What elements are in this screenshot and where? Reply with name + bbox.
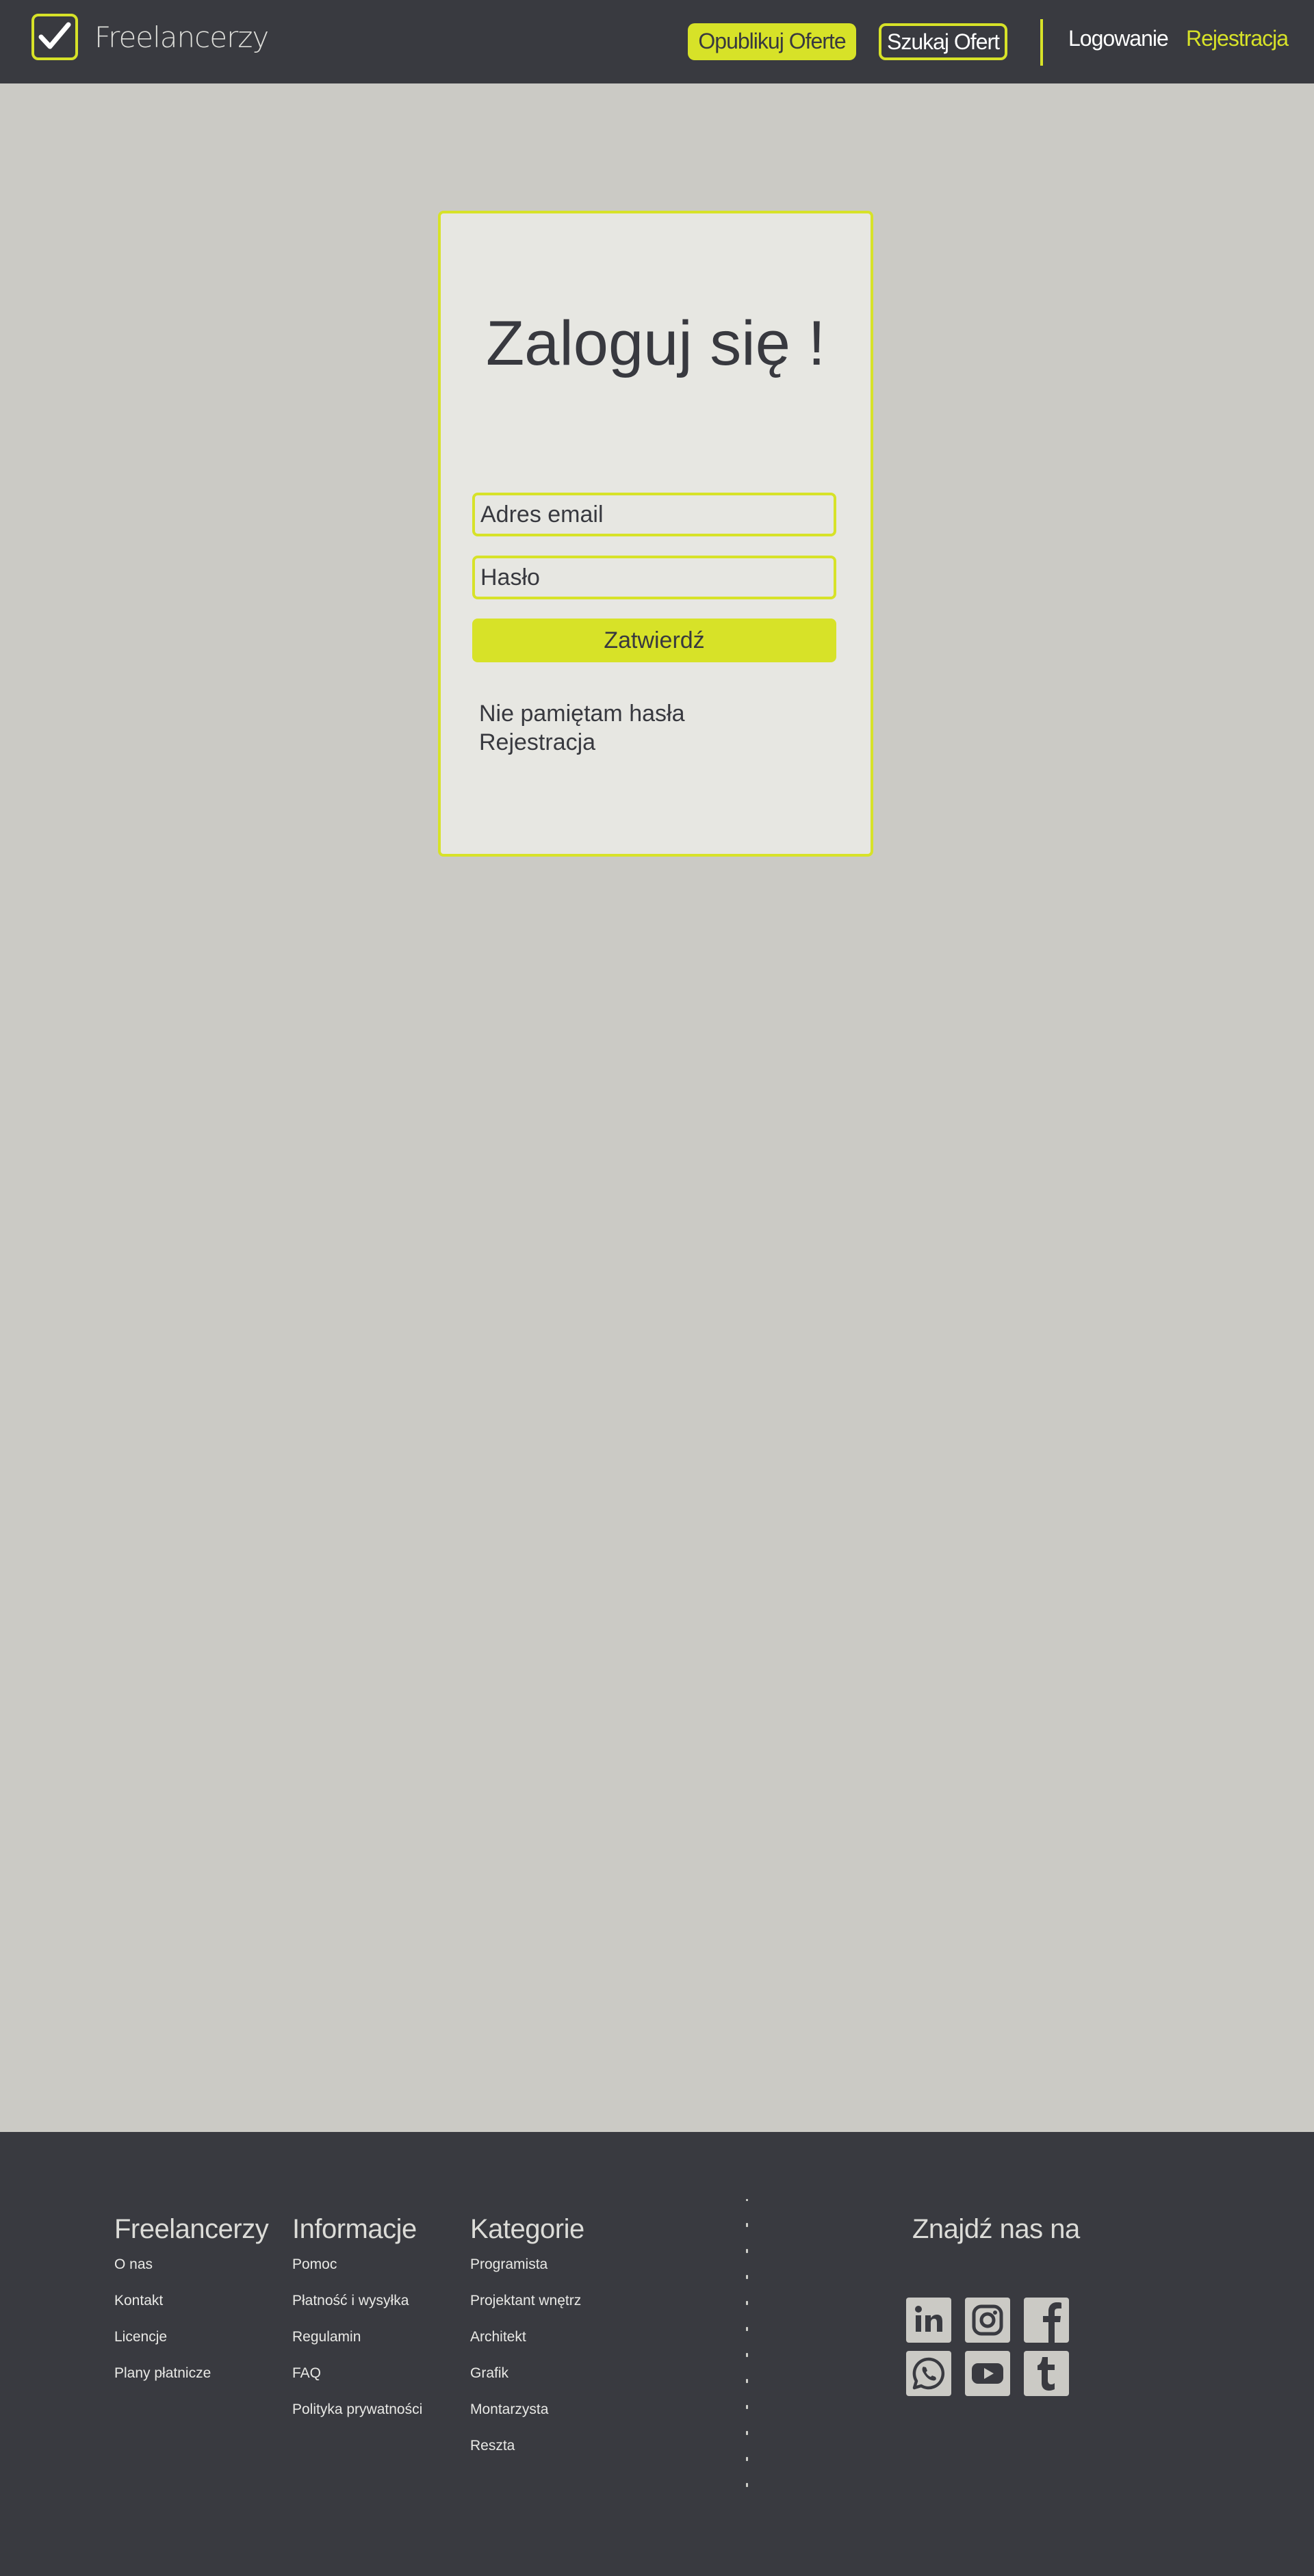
email-input[interactable]: [472, 493, 836, 536]
footer-link[interactable]: O nas: [114, 2254, 268, 2291]
footer-link[interactable]: Pomoc: [292, 2254, 422, 2291]
password-input[interactable]: [472, 556, 836, 599]
footer-column-title: Informacje: [292, 2214, 417, 2244]
tumblr-icon[interactable]: [1024, 2351, 1069, 2396]
footer-link[interactable]: Polityka prywatności: [292, 2399, 422, 2436]
footer: Freelancerzy O nas Kontakt Licencje Plan…: [0, 2132, 1314, 2576]
footer-link[interactable]: Regulamin: [292, 2327, 422, 2363]
whatsapp-icon[interactable]: [906, 2351, 951, 2396]
footer-column-title: Freelancerzy: [114, 2214, 269, 2244]
footer-link[interactable]: Montarzysta: [470, 2399, 584, 2436]
footer-link[interactable]: Projektant wnętrz: [470, 2291, 584, 2327]
footer-link[interactable]: Grafik: [470, 2363, 584, 2399]
instagram-icon[interactable]: [965, 2298, 1010, 2343]
youtube-icon[interactable]: [965, 2351, 1010, 2396]
footer-link[interactable]: Plany płatnicze: [114, 2363, 268, 2399]
publish-offer-button[interactable]: Opublikuj Oferte: [688, 23, 856, 60]
facebook-icon[interactable]: [1024, 2298, 1069, 2343]
footer-link[interactable]: FAQ: [292, 2363, 422, 2399]
linkedin-icon[interactable]: [906, 2298, 951, 2343]
card-register-link[interactable]: Rejestracja: [479, 729, 595, 756]
footer-link[interactable]: Reszta: [470, 2436, 584, 2472]
forgot-password-link[interactable]: Nie pamiętam hasła: [479, 701, 684, 727]
search-offers-button[interactable]: Szukaj Ofert: [879, 23, 1007, 60]
login-card: Zaloguj się ! Zatwierdź Nie pamiętam has…: [438, 211, 873, 857]
brand-name[interactable]: Freelancerzy: [94, 21, 269, 54]
nav-divider: [1040, 19, 1043, 66]
top-navbar: Freelancerzy Opublikuj Oferte Szukaj Ofe…: [0, 0, 1314, 83]
social-title: Znajdź nas na: [912, 2214, 1080, 2244]
login-title: Zaloguj się !: [485, 309, 826, 378]
footer-column-about: Freelancerzy O nas Kontakt Licencje Plan…: [114, 2214, 269, 2399]
login-link[interactable]: Logowanie: [1068, 26, 1169, 51]
footer-link[interactable]: Programista: [470, 2254, 584, 2291]
footer-column-title: Kategorie: [470, 2214, 584, 2244]
footer-link[interactable]: Kontakt: [114, 2291, 268, 2327]
register-link[interactable]: Rejestracja: [1186, 26, 1289, 51]
footer-column-info: Informacje Pomoc Płatność i wysyłka Regu…: [292, 2214, 422, 2436]
footer-link[interactable]: Architekt: [470, 2327, 584, 2363]
footer-link[interactable]: Licencje: [114, 2327, 268, 2363]
submit-button[interactable]: Zatwierdź: [472, 619, 836, 662]
footer-column-categories: Kategorie Programista Projektant wnętrz …: [470, 2214, 584, 2472]
footer-link[interactable]: Płatność i wysyłka: [292, 2291, 422, 2327]
logo-checkbox-icon[interactable]: [31, 14, 78, 60]
footer-separator: [746, 2199, 748, 2509]
